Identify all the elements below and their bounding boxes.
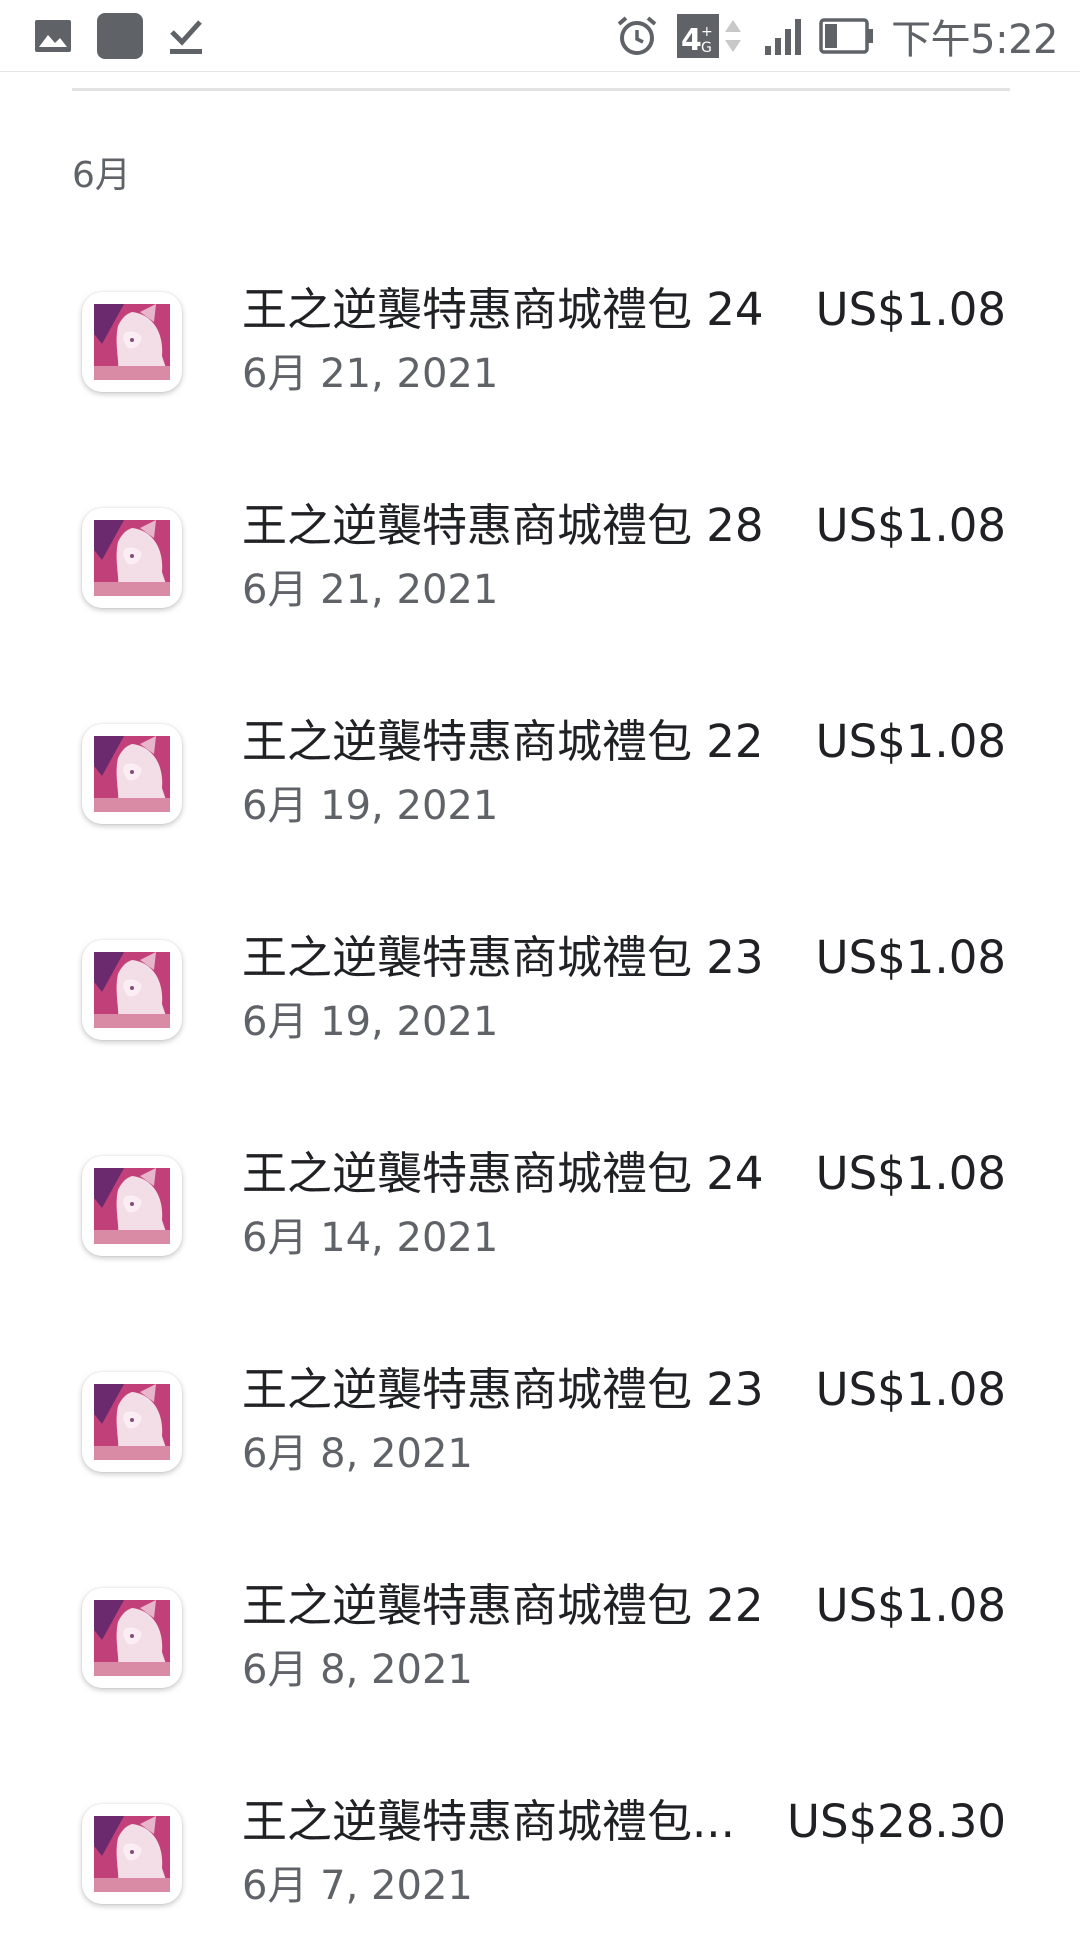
purchase-row[interactable]: 王之逆襲特惠商城禮包 28 6月 21, 2021 US$1.08 xyxy=(0,448,1080,664)
purchase-price: US$1.08 xyxy=(815,1363,1006,1416)
purchase-history-list: 王之逆襲特惠商城禮包 24 6月 21, 2021 US$1.08 王之逆襲特惠… xyxy=(0,232,1080,1960)
purchase-price: US$1.08 xyxy=(815,1579,1006,1632)
purchase-row[interactable]: 王之逆襲特惠商城禮包 24 6月 21, 2021 US$1.08 xyxy=(0,232,1080,448)
purchase-price: US$1.08 xyxy=(815,1147,1006,1200)
app-square-icon xyxy=(96,12,144,60)
month-section-header: 6月 xyxy=(72,155,131,196)
status-bar-left xyxy=(34,12,204,60)
purchase-date: 6月 8, 2021 xyxy=(242,1647,473,1693)
app-icon xyxy=(82,292,182,392)
image-icon xyxy=(34,19,72,53)
purchase-price: US$1.08 xyxy=(815,715,1006,768)
purchase-row[interactable]: 王之逆襲特惠商城禮包 23 6月 8, 2021 US$1.08 xyxy=(0,1312,1080,1528)
purchase-row[interactable]: 王之逆襲特惠商城禮包 23 6月 19, 2021 US$1.08 xyxy=(0,880,1080,1096)
purchase-row[interactable]: 王之逆襲特惠商城禮包 22 6月 19, 2021 US$1.08 xyxy=(0,664,1080,880)
status-bar: 4 + G 下午5:22 xyxy=(0,0,1080,72)
alarm-icon xyxy=(615,14,659,58)
header-divider xyxy=(72,88,1010,91)
purchase-date: 6月 19, 2021 xyxy=(242,999,499,1045)
status-bar-right: 4 + G 下午5:22 xyxy=(615,12,1058,63)
app-icon xyxy=(82,508,182,608)
purchase-price: US$1.08 xyxy=(815,499,1006,552)
purchase-row[interactable]: 王之逆襲特惠商城禮包 24 6月 14, 2021 US$1.08 xyxy=(0,1096,1080,1312)
purchase-title: 王之逆襲特惠商城禮包 23 xyxy=(242,931,764,984)
purchase-date: 6月 7, 2021 xyxy=(242,1863,473,1909)
purchase-title: 王之逆襲特惠商城禮包 22 xyxy=(242,715,764,768)
purchase-date: 6月 14, 2021 xyxy=(242,1215,499,1261)
app-icon xyxy=(82,1804,182,1904)
purchase-price: US$1.08 xyxy=(815,283,1006,336)
purchase-title: 王之逆襲特惠商城禮包 23 xyxy=(242,1363,764,1416)
purchase-date: 6月 8, 2021 xyxy=(242,1431,473,1477)
signal-icon xyxy=(763,16,803,56)
purchase-title: 王之逆襲特惠商城禮包 28 xyxy=(242,499,764,552)
purchase-row[interactable]: 王之逆襲特惠商城禮包... 6月 7, 2021 US$28.30 xyxy=(0,1744,1080,1960)
purchase-price: US$28.30 xyxy=(787,1795,1006,1848)
status-time: 下午5:22 xyxy=(891,17,1058,63)
svg-text:+: + xyxy=(701,24,713,40)
purchase-date: 6月 19, 2021 xyxy=(242,783,499,829)
purchase-title: 王之逆襲特惠商城禮包 22 xyxy=(242,1579,764,1632)
app-icon xyxy=(82,724,182,824)
purchase-date: 6月 21, 2021 xyxy=(242,351,499,397)
purchase-price: US$1.08 xyxy=(815,931,1006,984)
app-icon xyxy=(82,1372,182,1472)
purchase-row[interactable]: 王之逆襲特惠商城禮包 22 6月 8, 2021 US$1.08 xyxy=(0,1528,1080,1744)
download-done-icon xyxy=(168,16,204,56)
app-icon xyxy=(82,1588,182,1688)
purchase-title: 王之逆襲特惠商城禮包... xyxy=(242,1795,735,1848)
svg-text:4: 4 xyxy=(681,23,702,58)
purchase-title: 王之逆襲特惠商城禮包 24 xyxy=(242,1147,764,1200)
purchase-title: 王之逆襲特惠商城禮包 24 xyxy=(242,283,764,336)
svg-text:G: G xyxy=(701,40,712,56)
battery-icon xyxy=(819,16,875,56)
app-icon xyxy=(82,1156,182,1256)
app-icon xyxy=(82,940,182,1040)
network-4g-icon: 4 + G xyxy=(675,12,747,60)
purchase-date: 6月 21, 2021 xyxy=(242,567,499,613)
